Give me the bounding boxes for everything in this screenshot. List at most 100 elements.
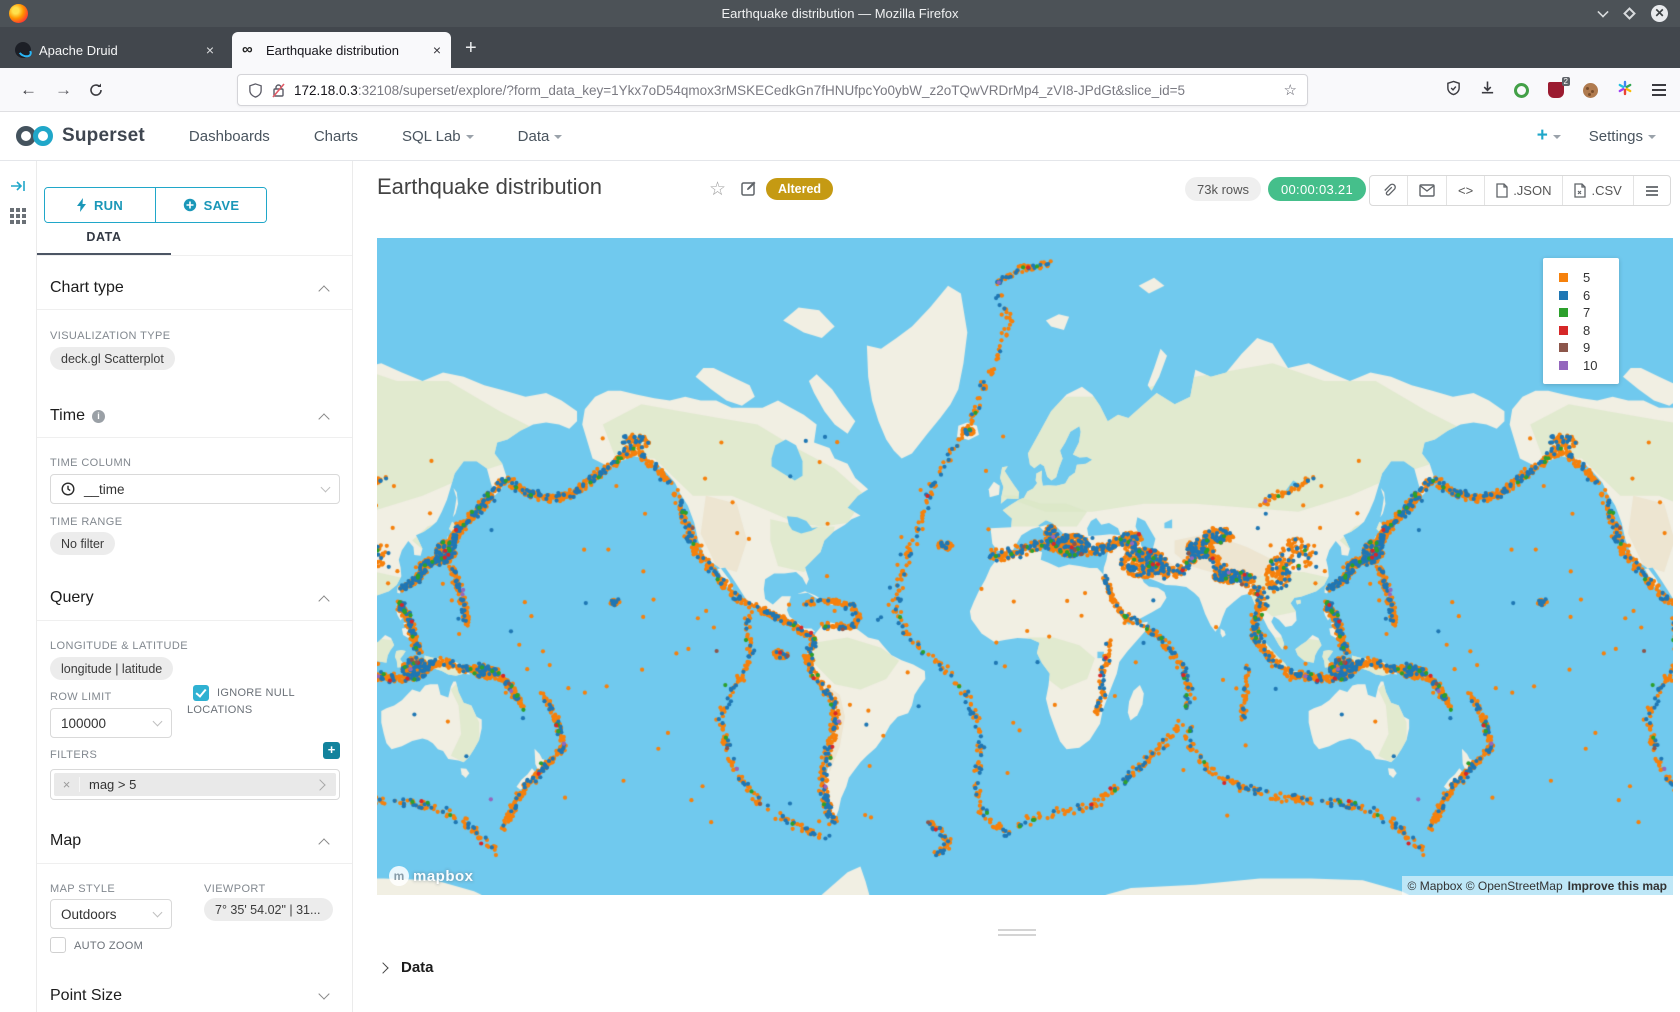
add-filter-button[interactable]: +: [323, 742, 340, 759]
chevron-down-icon: [554, 135, 562, 139]
collapse-panel-icon[interactable]: [10, 179, 26, 198]
legend-swatch: [1559, 361, 1568, 370]
back-icon[interactable]: ←: [20, 80, 37, 100]
superset-logo[interactable]: Superset: [14, 123, 145, 149]
data-results-collapse[interactable]: Data: [353, 945, 1680, 990]
protections-shield-icon[interactable]: [1446, 80, 1461, 101]
legend-item: 7: [1543, 304, 1619, 322]
deckgl-scatterplot-map[interactable]: 5 6789 10 m mapbox © Mapbox © OpenStreetMa…: [377, 238, 1673, 895]
new-tab-button[interactable]: +: [465, 37, 477, 60]
legend-item: 10: [1543, 357, 1619, 375]
share-link-button[interactable]: [1370, 176, 1407, 205]
nav-sql-lab[interactable]: SQL Lab: [402, 128, 474, 145]
favorite-star-icon[interactable]: ☆: [709, 178, 726, 201]
section-query[interactable]: Query: [50, 589, 340, 607]
time-column-select[interactable]: __time: [50, 474, 340, 504]
settings-menu[interactable]: Settings: [1589, 128, 1656, 145]
pinwheel-extension-icon[interactable]: [1617, 80, 1633, 101]
map-style-label: MAP STYLE: [50, 883, 115, 895]
chevron-up-icon: [318, 285, 329, 296]
chevron-up-icon: [318, 838, 329, 849]
extension-icon[interactable]: [1514, 83, 1529, 98]
lonlat-value[interactable]: longitude | latitude: [50, 657, 173, 680]
section-time[interactable]: Timei: [50, 407, 340, 425]
tab-earthquake-distribution[interactable]: ∞ Earthquake distribution ×: [232, 32, 451, 68]
ublock-icon[interactable]: 2: [1548, 82, 1564, 98]
section-point-size[interactable]: Point Size: [50, 987, 340, 1005]
export-json-button[interactable]: .JSON: [1484, 176, 1562, 205]
map-attribution: © Mapbox © OpenStreetMap Improve this ma…: [1402, 876, 1673, 895]
insecure-lock-icon[interactable]: [272, 83, 285, 98]
tab-apache-druid[interactable]: Apache Druid ×: [5, 32, 224, 68]
viz-type-value[interactable]: deck.gl Scatterplot: [50, 347, 175, 370]
improve-map-link[interactable]: Improve this map: [1568, 879, 1667, 893]
tab-close-icon[interactable]: ×: [206, 42, 214, 58]
nav-charts[interactable]: Charts: [314, 128, 358, 145]
viewport-value[interactable]: 7° 35' 54.02" | 31...: [204, 898, 333, 921]
downloads-icon[interactable]: [1480, 80, 1495, 101]
edit-properties-icon[interactable]: [741, 180, 757, 201]
legend-item: 9: [1543, 339, 1619, 357]
email-button[interactable]: [1407, 176, 1446, 205]
chart-menu-button[interactable]: [1633, 176, 1670, 205]
new-chart-button[interactable]: +: [1537, 125, 1561, 147]
chevron-down-icon: [1648, 135, 1656, 139]
ignore-null-label-1: IGNORE NULL: [217, 685, 295, 702]
filter-control: × mag > 5: [50, 769, 340, 800]
tracking-shield-icon[interactable]: [248, 83, 263, 98]
info-icon: i: [92, 410, 105, 423]
map-canvas[interactable]: [377, 238, 1673, 895]
menu-icon[interactable]: [1652, 89, 1666, 91]
map-style-select[interactable]: Outdoors: [50, 899, 172, 929]
left-rail: [0, 161, 37, 1012]
chevron-up-icon: [318, 413, 329, 424]
window-minimize-icon[interactable]: [1597, 6, 1608, 17]
legend-item: 6: [1543, 287, 1619, 305]
pane-drag-handle[interactable]: [998, 929, 1036, 939]
tab-close-icon[interactable]: ×: [433, 42, 441, 58]
url-bar[interactable]: 172.18.0.3:32108/superset/explore/?form_…: [237, 74, 1308, 106]
dataset-grid-icon[interactable]: [9, 207, 27, 230]
chart-title[interactable]: Earthquake distribution: [377, 174, 602, 200]
window-maximize-icon[interactable]: [1623, 7, 1636, 20]
run-button[interactable]: RUN: [45, 188, 155, 222]
bookmark-star-icon[interactable]: ☆: [1284, 81, 1297, 99]
reload-icon[interactable]: [88, 82, 104, 98]
window-titlebar: Earthquake distribution — Mozilla Firefo…: [0, 0, 1680, 27]
ignore-null-checkbox[interactable]: [193, 685, 209, 701]
auto-zoom-checkbox[interactable]: [50, 937, 66, 953]
filters-label: FILTERS: [50, 749, 97, 761]
tab-data[interactable]: DATA: [37, 219, 171, 254]
window-close-icon[interactable]: ✕: [1651, 5, 1668, 22]
legend-label: 9: [1583, 340, 1590, 355]
remove-filter-icon[interactable]: ×: [54, 777, 80, 792]
section-map[interactable]: Map: [50, 832, 340, 850]
embed-code-button[interactable]: <>: [1446, 176, 1484, 205]
mapbox-icon: m: [389, 866, 409, 886]
cookie-extension-icon[interactable]: [1583, 83, 1598, 98]
legend-label: 5: [1583, 270, 1590, 285]
export-csv-button[interactable]: .CSV: [1562, 176, 1632, 205]
chevron-down-icon: [466, 135, 474, 139]
mapbox-logo[interactable]: m mapbox: [389, 866, 474, 886]
nav-data[interactable]: Data: [518, 128, 563, 145]
chevron-up-icon: [318, 595, 329, 606]
legend-item: 5: [1543, 269, 1619, 287]
save-button[interactable]: SAVE: [155, 188, 266, 222]
legend-label: 10: [1583, 358, 1597, 373]
url-text[interactable]: 172.18.0.3:32108/superset/explore/?form_…: [294, 83, 1276, 98]
filter-pill[interactable]: × mag > 5: [54, 773, 336, 796]
superset-navbar: Superset Dashboards Charts SQL Lab Data …: [0, 112, 1680, 161]
section-chart-type[interactable]: Chart type: [50, 279, 340, 297]
control-panel: RUN SAVE DATA Chart type VISUALIZATION T…: [37, 161, 353, 1012]
altered-badge[interactable]: Altered: [766, 178, 833, 200]
forward-icon[interactable]: →: [55, 80, 72, 100]
row-limit-select[interactable]: 100000: [50, 708, 172, 738]
paperclip-icon: [1381, 183, 1396, 198]
row-limit-label: ROW LIMIT: [50, 691, 112, 703]
ignore-null-label-2: LOCATIONS: [187, 702, 252, 719]
legend-item: 8: [1543, 322, 1619, 340]
hamburger-icon: [1645, 185, 1659, 197]
time-range-value[interactable]: No filter: [50, 532, 115, 555]
nav-dashboards[interactable]: Dashboards: [189, 128, 270, 145]
